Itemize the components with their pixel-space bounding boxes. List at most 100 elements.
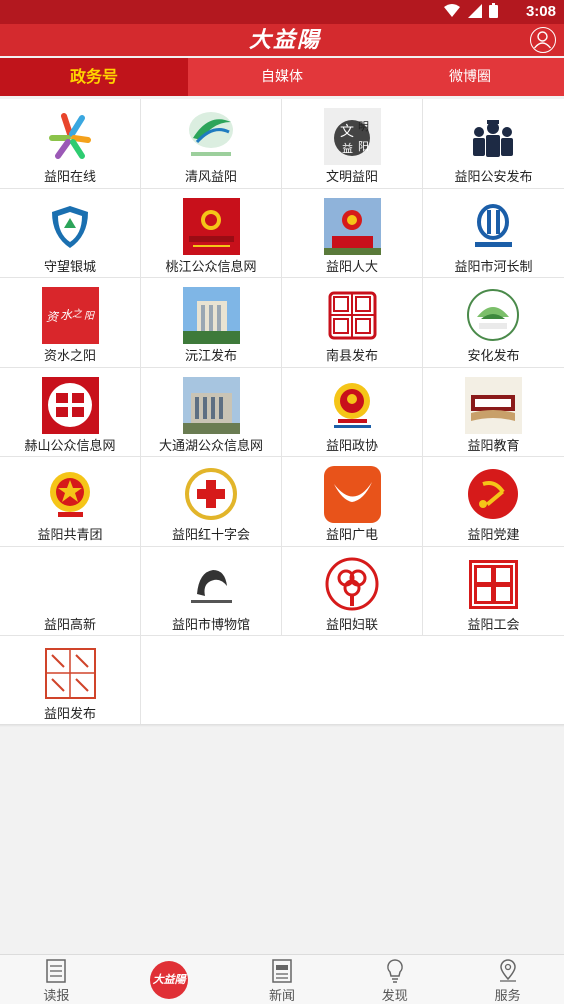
- yuanjiang-icon: [183, 287, 240, 344]
- account-label: 安化发布: [467, 349, 520, 364]
- newspaper-icon: [46, 959, 67, 983]
- account-label: 赫山公众信息网: [24, 438, 116, 454]
- account-item[interactable]: 益阳人大: [282, 188, 423, 278]
- account-item[interactable]: 文明益阳文明益阳: [282, 99, 423, 189]
- signal-icon: [467, 4, 482, 18]
- account-item[interactable]: 益阳共青团: [0, 457, 141, 547]
- trade-union-icon: [465, 556, 522, 613]
- account-item[interactable]: 益阳广电: [282, 457, 423, 547]
- account-label: 益阳市博物馆: [171, 617, 250, 633]
- police-icon: [465, 108, 522, 165]
- museum-icon: [183, 556, 240, 613]
- account-item[interactable]: 益阳市博物馆: [141, 546, 282, 636]
- account-label: 益阳政协: [325, 438, 378, 454]
- account-label: 益阳发布: [43, 707, 96, 722]
- nav-read-paper[interactable]: 读报: [0, 955, 113, 1004]
- account-label: 益阳党建: [467, 528, 520, 543]
- account-label: 益阳高新: [43, 617, 96, 633]
- location-pin-icon: [499, 959, 516, 982]
- svg-text:阳: 阳: [358, 140, 369, 153]
- app-logo: 大益陽: [248, 27, 321, 53]
- zishui-icon: 资水之阳: [42, 287, 99, 344]
- account-item[interactable]: 益阳发布: [0, 636, 141, 726]
- account-item[interactable]: 益阳公安发布: [423, 99, 564, 189]
- datonghu-icon: [183, 376, 240, 434]
- shield-icon: [42, 198, 99, 255]
- red-cross-icon: [183, 466, 240, 523]
- svg-text:明: 明: [358, 120, 369, 133]
- svg-text:文: 文: [340, 124, 354, 140]
- account-grid: 益阳在线 清风益阳文明益阳文明益阳 益阳公安发布 守望银城 桃江公众信息网 益阳人大 益阳市…: [0, 99, 564, 726]
- nav-service-label: 服务: [494, 989, 521, 1004]
- party-icon: [465, 466, 522, 523]
- account-item[interactable]: 益阳党建: [423, 457, 564, 547]
- account-item[interactable]: 大通湖公众信息网: [141, 367, 282, 457]
- account-label: 益阳教育: [467, 438, 520, 454]
- account-item[interactable]: 资水之阳资水之阳: [0, 278, 141, 368]
- account-label: 沅江发布: [184, 349, 237, 364]
- account-label: 益阳广电: [325, 528, 378, 543]
- nav-home-logo[interactable]: 大益陽: [113, 955, 226, 1004]
- account-item[interactable]: 安化发布: [423, 278, 564, 368]
- nav-discover[interactable]: 发现: [338, 955, 451, 1004]
- heshan-icon: [42, 376, 99, 434]
- nav-service[interactable]: 服务: [451, 955, 564, 1004]
- wifi-icon: [444, 4, 461, 17]
- anhua-icon: [465, 287, 522, 344]
- qingfeng-yiyang-icon: [183, 108, 240, 165]
- nav-read-paper-label: 读报: [43, 989, 70, 1004]
- status-time: 3:08: [525, 3, 556, 20]
- svg-text:益: 益: [342, 141, 353, 155]
- account-label: 益阳市河长制: [454, 259, 533, 275]
- account-label: 益阳红十字会: [171, 528, 250, 543]
- account-item[interactable]: 南县发布: [282, 278, 423, 368]
- account-item[interactable]: 益阳工会: [423, 546, 564, 636]
- account-label: 守望银城: [43, 259, 96, 275]
- nav-discover-label: 发现: [381, 989, 408, 1004]
- account-label: 益阳妇联: [325, 617, 378, 633]
- youth-league-icon: [42, 466, 99, 523]
- nav-news[interactable]: 新闻: [226, 955, 339, 1004]
- grid-divider: [0, 724, 564, 727]
- zhengxie-icon: [324, 377, 381, 434]
- account-item[interactable]: 益阳教育: [423, 367, 564, 457]
- account-item[interactable]: 清风益阳: [141, 99, 282, 189]
- yiyang-online-icon: [42, 108, 99, 165]
- app-bar: 大益陽: [0, 24, 564, 56]
- account-label: 益阳工会: [467, 617, 520, 633]
- account-item[interactable]: 益阳红十字会: [141, 457, 282, 547]
- account-label: 大通湖公众信息网: [158, 438, 263, 454]
- tab-weibo[interactable]: 微博圈: [376, 58, 564, 96]
- grid-filler: [141, 636, 564, 726]
- account-item[interactable]: 沅江发布: [141, 278, 282, 368]
- account-label: 南县发布: [325, 349, 378, 364]
- battery-icon: [489, 3, 498, 18]
- account-item[interactable]: 益阳政协: [282, 367, 423, 457]
- account-item[interactable]: 益阳妇联: [282, 546, 423, 636]
- tab-bar: 政务号 自媒体 微博圈: [0, 58, 564, 96]
- nav-news-label: 新闻: [268, 989, 295, 1004]
- account-label: 益阳人大: [325, 259, 378, 275]
- account-item[interactable]: 桃江公众信息网: [141, 188, 282, 278]
- account-item[interactable]: 益阳高新: [0, 546, 141, 636]
- account-item[interactable]: 守望银城: [0, 188, 141, 278]
- status-bar: 3:08: [0, 0, 564, 24]
- account-label: 益阳公安发布: [454, 170, 533, 185]
- nanxian-seal-icon: [324, 287, 381, 344]
- account-item[interactable]: 赫山公众信息网: [0, 367, 141, 457]
- wenming-yiyang-icon: 文明益阳: [324, 108, 381, 165]
- tab-self-media[interactable]: 自媒体: [188, 58, 376, 96]
- account-item[interactable]: 益阳在线: [0, 99, 141, 189]
- taojiang-icon: [183, 197, 240, 255]
- river-chief-icon: [465, 198, 522, 255]
- guangdian-icon: [324, 466, 381, 523]
- account-label: 资水之阳: [43, 349, 96, 364]
- account-item[interactable]: 益阳市河长制: [423, 188, 564, 278]
- account-label: 益阳在线: [43, 170, 96, 185]
- women-federation-icon: [324, 556, 381, 613]
- user-icon[interactable]: [530, 27, 556, 53]
- account-label: 清风益阳: [184, 170, 237, 185]
- account-label: 桃江公众信息网: [165, 259, 257, 275]
- tab-gov-accounts[interactable]: 政务号: [0, 58, 188, 96]
- app-logo-icon: 大益陽: [150, 961, 189, 999]
